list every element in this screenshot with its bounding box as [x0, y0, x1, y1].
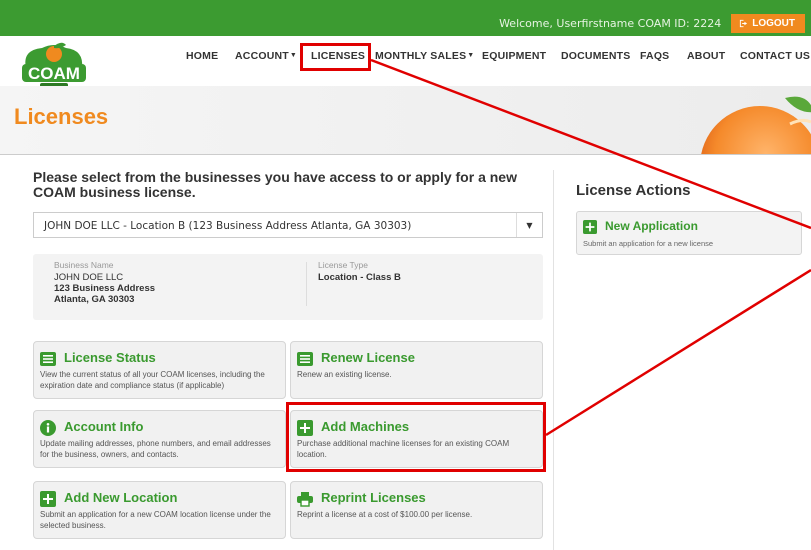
business-name-value: JOHN DOE LLC — [54, 272, 124, 283]
page-title: Licenses — [14, 104, 109, 129]
nav-faqs[interactable]: FAQS — [640, 50, 669, 62]
caret-down-icon: ▼ — [289, 52, 298, 59]
card-description: Submit an application for a new COAM loc… — [40, 510, 271, 530]
nav-documents[interactable]: DOCUMENTS — [561, 50, 630, 62]
nav-contact-us[interactable]: CONTACT US — [740, 50, 810, 62]
license-type-label: License Type — [318, 260, 368, 270]
reprint-licenses-card[interactable]: Reprint Licenses Reprint a license at a … — [290, 481, 543, 539]
plus-square-icon — [40, 491, 56, 507]
renew-license-card[interactable]: Renew License Renew an existing license. — [290, 341, 543, 399]
card-description: Renew an existing license. — [297, 370, 392, 379]
card-description: Reprint a license at a cost of $100.00 p… — [297, 510, 473, 519]
annotation-box-add-machines — [286, 402, 546, 472]
card-title: License Status — [64, 350, 156, 365]
new-application-title: New Application — [605, 219, 698, 233]
card-title: Reprint Licenses — [321, 490, 426, 505]
card-description: View the current status of all your COAM… — [40, 370, 265, 390]
license-actions-title: License Actions — [576, 182, 691, 199]
business-info-panel: Business Name JOHN DOE LLC 123 Business … — [33, 254, 543, 320]
business-select[interactable]: JOHN DOE LLC - Location B (123 Business … — [33, 212, 543, 238]
info-icon — [40, 420, 56, 436]
annotation-box-licenses — [300, 43, 371, 71]
logout-label: LOGOUT — [752, 17, 795, 29]
new-application-desc: Submit an application for a new license — [583, 239, 714, 248]
info-divider — [306, 262, 307, 306]
card-description: Update mailing addresses, phone numbers,… — [40, 439, 271, 459]
nav-equipment[interactable]: EQUIPMENT — [482, 50, 546, 62]
list-icon — [40, 352, 56, 366]
account-info-card[interactable]: Account Info Update mailing addresses, p… — [33, 410, 286, 468]
address-line1: 123 Business Address — [54, 283, 156, 294]
card-title: Renew License — [321, 350, 415, 365]
printer-icon — [297, 492, 313, 507]
nav-monthly-sales[interactable]: MONTHLY SALES▼ — [375, 50, 474, 62]
user-area: Welcome, Userfirstname COAM ID: 2224 LOG… — [499, 13, 811, 33]
add-new-location-card[interactable]: Add New Location Submit an application f… — [33, 481, 286, 539]
header-divider — [0, 154, 811, 155]
business-select-value: JOHN DOE LLC - Location B (123 Business … — [44, 220, 412, 232]
nav-about[interactable]: ABOUT — [687, 50, 725, 62]
welcome-text: Welcome, Userfirstname COAM ID: 2224 — [499, 16, 722, 30]
license-type-value: Location - Class B — [318, 272, 401, 283]
chevron-down-icon: ▼ — [516, 213, 542, 237]
nav-home[interactable]: HOME — [186, 50, 218, 62]
plus-square-icon — [583, 220, 597, 234]
nav-account[interactable]: ACCOUNT▼ — [235, 50, 297, 62]
main-navbar: COAM HOME ACCOUNT▼ LICENSES MONTHLY SALE… — [0, 36, 811, 90]
top-bar: Welcome, Userfirstname COAM ID: 2224 LOG… — [0, 0, 811, 36]
logout-button[interactable]: LOGOUT — [731, 13, 805, 33]
license-status-card[interactable]: License Status View the current status o… — [33, 341, 286, 399]
list-icon — [297, 352, 313, 366]
caret-down-icon: ▼ — [467, 52, 475, 59]
new-application-button[interactable]: New Application Submit an application fo… — [576, 211, 802, 255]
card-title: Add New Location — [64, 490, 178, 505]
logout-icon — [740, 19, 748, 27]
page-header-banner: Licenses — [0, 86, 811, 154]
svg-text:COAM: COAM — [28, 64, 80, 83]
address-line2: Atlanta, GA 30303 — [54, 294, 135, 305]
intro-text: Please select from the businesses you ha… — [33, 169, 517, 200]
peach-illustration — [701, 96, 811, 154]
card-title: Account Info — [64, 419, 144, 434]
business-name-label: Business Name — [54, 260, 114, 270]
column-divider — [553, 170, 554, 550]
